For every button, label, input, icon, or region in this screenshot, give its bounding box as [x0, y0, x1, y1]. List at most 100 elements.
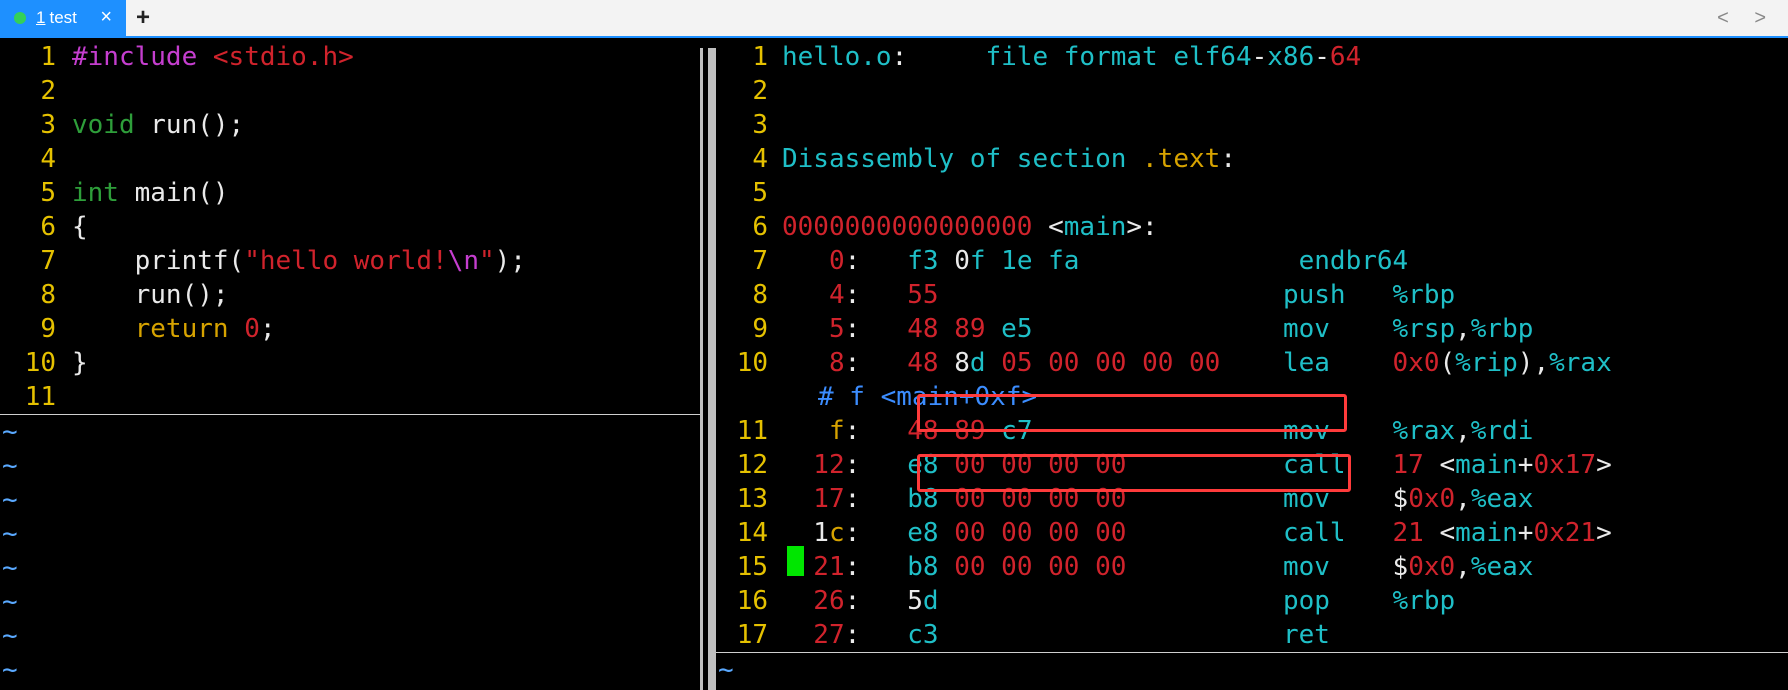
code-token: f — [782, 416, 845, 446]
line-number: 15 — [736, 552, 768, 582]
code-token: : — [844, 246, 908, 276]
line-number: 6 — [752, 212, 768, 242]
code-token: run(); — [72, 280, 229, 310]
status-dot-icon — [14, 12, 26, 24]
code-token: : — [844, 314, 908, 344]
code-line: 10} — [0, 346, 700, 380]
code-token: 0x17 — [1533, 450, 1597, 480]
code-token: x86 — [1267, 42, 1315, 72]
code-token: call — [1282, 518, 1393, 548]
code-token: > — [1596, 518, 1612, 548]
close-icon[interactable]: × — [100, 7, 112, 27]
line-number: 8 — [40, 280, 56, 310]
line-number: 9 — [752, 314, 768, 344]
empty-line-marker: ~ — [2, 519, 18, 549]
text-cursor — [787, 546, 804, 576]
code-token: printf( — [72, 246, 245, 276]
line-number: 17 — [736, 620, 768, 650]
code-token: 00 00 00 00 — [954, 518, 1127, 548]
new-tab-button[interactable]: + — [136, 4, 150, 32]
code-token: 5 — [782, 314, 845, 344]
code-token: 5 — [907, 586, 923, 616]
code-token: + — [1517, 450, 1534, 480]
code-token: " — [479, 246, 495, 276]
code-line: 15 21: b8 00 00 00 00 mov $0x0,%eax — [716, 550, 1788, 584]
code-line: 14 1c: e8 00 00 00 00 call 21 <main+0x21… — [716, 516, 1788, 550]
code-token: e8 — [907, 518, 955, 548]
line-number: 10 — [24, 348, 56, 378]
code-line: 3 — [716, 108, 1788, 142]
code-token: 05 00 00 00 00 — [1001, 348, 1221, 378]
line-number: 1 — [40, 42, 56, 72]
tab-test[interactable]: 1 test × — [0, 0, 126, 36]
code-token: : — [891, 42, 908, 72]
code-token: 17 — [1392, 450, 1424, 480]
tab-nav-arrows-icon[interactable]: < > — [1717, 7, 1776, 30]
left-code-lines: 1 #include <stdio.h> 2 3 void run(); 4 5 int ma… — [0, 40, 700, 414]
line-number: 11 — [24, 382, 56, 412]
code-token: ), — [1517, 348, 1550, 378]
line-number: 5 — [752, 178, 768, 208]
right-empty-lines: ~ — [716, 653, 1788, 687]
code-token: file format elf64 — [907, 42, 1252, 72]
code-line: 17 27: c3 ret — [716, 618, 1788, 652]
code-token: int — [72, 178, 119, 208]
code-line: 9 return 0; — [0, 312, 700, 346]
right-editor-pane[interactable]: 1 hello.o: file format elf64-x86-64 2 3 4 Dis… — [716, 40, 1788, 690]
code-token: < — [1032, 212, 1064, 242]
code-line: 6 0000000000000000 <main>: — [716, 210, 1788, 244]
code-token: %rip — [1455, 348, 1518, 378]
code-token: 48 89 — [907, 314, 1002, 344]
code-token: 64 — [1329, 42, 1362, 72]
code-token: hello.o — [782, 42, 892, 72]
code-token: mov — [1282, 552, 1393, 582]
code-token: <stdio.h> — [212, 42, 354, 72]
code-token: , — [1455, 484, 1471, 514]
code-line: 4 Disassembly of section .text: — [716, 142, 1788, 176]
code-token: ( — [1439, 348, 1456, 378]
code-token: 17 — [782, 484, 845, 514]
pane-separator[interactable] — [700, 40, 716, 690]
tab-bar: 1 test × + < > — [0, 0, 1788, 38]
code-line: 5 int main() — [0, 176, 700, 210]
code-token: %rbp — [1470, 314, 1534, 344]
code-line: 7 printf("hello world!\n"); — [0, 244, 700, 278]
code-line: 16 26: 5d pop %rbp — [716, 584, 1788, 618]
line-number: 2 — [40, 76, 56, 106]
code-token: "hello world! — [244, 246, 448, 276]
left-editor-pane[interactable]: 1 #include <stdio.h> 2 3 void run(); 4 5 int ma… — [0, 40, 700, 690]
highlight-box-call-2 — [917, 454, 1351, 492]
code-token: 26 — [782, 586, 845, 616]
code-token: >: — [1126, 212, 1158, 242]
code-token: mov %rsp — [1282, 314, 1456, 344]
code-token: , — [1455, 552, 1471, 582]
code-line: 5 — [716, 176, 1788, 210]
code-line: 8 run(); — [0, 278, 700, 312]
code-line: 2 — [716, 74, 1788, 108]
code-token: - — [1314, 42, 1330, 72]
code-token: $ — [1392, 552, 1409, 582]
code-token: push %rbp — [1282, 280, 1456, 310]
code-token: main() — [118, 178, 229, 208]
code-token: ret — [1282, 620, 1330, 650]
empty-line-marker: ~ — [2, 621, 18, 651]
code-token: > — [1596, 450, 1612, 480]
code-token: 0 — [954, 246, 970, 276]
code-token: 0x0 — [1408, 552, 1456, 582]
code-token: c — [828, 518, 845, 548]
line-number: 4 — [752, 144, 768, 174]
code-token: d — [922, 586, 939, 616]
line-number: 13 — [736, 484, 768, 514]
code-token: f 1e fa — [969, 246, 1080, 276]
tab-title: test — [49, 8, 77, 27]
code-line: 8 4: 55 push %rbp — [716, 278, 1788, 312]
code-token: main — [1063, 212, 1127, 242]
line-number: 9 — [40, 314, 56, 344]
left-empty-lines: ~ ~ ~ ~ ~ ~ ~ ~ — [0, 415, 700, 687]
code-token: 0x0 — [1392, 348, 1440, 378]
